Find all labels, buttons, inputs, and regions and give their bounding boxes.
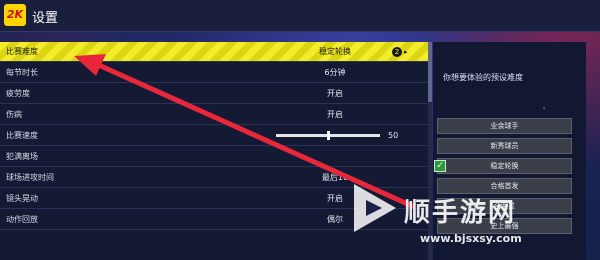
2k-logo: 2K [4,4,26,26]
chevron-right-icon: ▸ [404,48,408,56]
watermark-url: www.bjsxsy.com [420,232,522,245]
game-speed-slider[interactable] [276,131,380,140]
page-title: 设置 [32,11,59,26]
watermark-text: 顺手游网 [404,198,517,228]
slider-knob[interactable] [327,131,330,140]
setting-label: 动作回放 [6,215,38,224]
setting-value: 稳定轮换 [319,47,351,56]
setting-label: 比赛难度 [6,47,38,56]
option-rookie[interactable]: 新秀球员 [437,138,572,154]
option-label: 稳定轮换 [490,162,519,170]
option-pro[interactable]: ✓ 稳定轮换 [434,158,572,174]
setting-label: 球场进攻时间 [6,173,54,182]
setting-label: 比赛速度 [6,131,38,140]
setting-label: 疲劳度 [6,89,30,98]
setting-row-difficulty[interactable]: 比赛难度 稳定轮换 2 ▸ [0,42,432,62]
setting-value: 开启 [327,110,343,119]
top-bar: 2K 设置 [0,0,600,32]
setting-label: 镜头晃动 [6,194,38,203]
setting-value: 开启 [327,89,343,98]
setting-label: 犯满离场 [6,152,38,161]
setting-label: 每节时长 [6,68,38,77]
scrollbar-thumb[interactable] [428,42,432,102]
slider-value: 50 [388,131,399,140]
checkmark-icon: ✓ [434,160,446,172]
difficulty-description: 你想要体验的预设难度 [443,73,523,82]
setting-row-foul-out[interactable]: 犯满离场 [0,146,432,167]
button-hint-badge: 2 [392,47,402,57]
option-amateur[interactable]: 业余球手 [437,118,572,134]
setting-value: 6分钟 [324,68,346,77]
setting-label: 伤病 [6,110,22,119]
setting-row-injuries[interactable]: 伤病 开启 [0,104,432,125]
setting-row-game-speed[interactable]: 比赛速度 50 [0,125,432,146]
setting-row-quarter-length[interactable]: 每节时长 6分钟 [0,62,432,83]
setting-row-fatigue[interactable]: 疲劳度 开启 [0,83,432,104]
watermark-logo-icon [354,184,396,232]
panel-dot: 。 [543,104,550,111]
